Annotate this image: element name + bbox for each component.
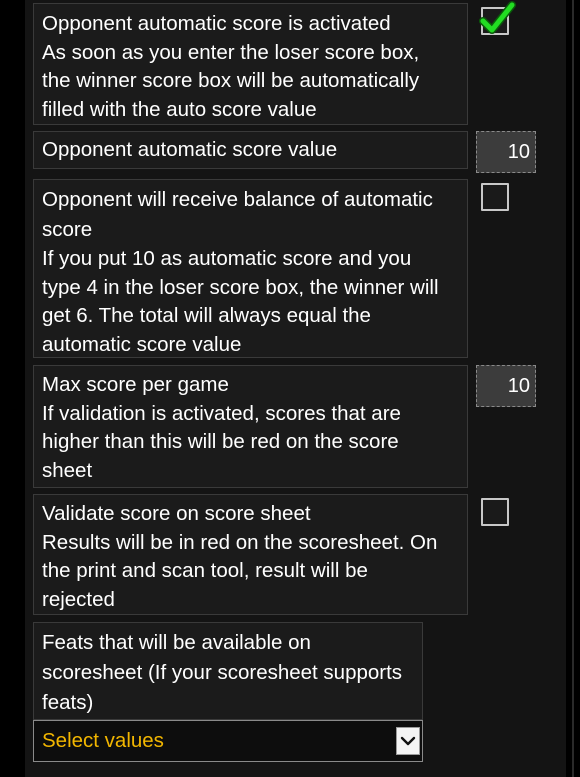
setting-description-line: type 4 in the loser score box, the winne… bbox=[42, 275, 439, 299]
setting-description-line: If you put 10 as automatic score and you bbox=[42, 247, 412, 270]
auto-score-activated-label: Opponent automatic score is activated As… bbox=[33, 3, 468, 125]
setting-description-line: Results will be in red on the scoresheet… bbox=[42, 530, 438, 554]
feats-select[interactable]: Select values bbox=[33, 720, 423, 762]
auto-score-value-label: Opponent automatic score value bbox=[33, 131, 468, 169]
balance-auto-score-label: Opponent will receive balance of automat… bbox=[33, 179, 468, 358]
setting-title-line: Opponent will receive balance of automat… bbox=[42, 188, 433, 211]
feats-label: Feats that will be available on scoreshe… bbox=[33, 622, 423, 720]
setting-title: Validate score on score sheet bbox=[42, 502, 311, 525]
setting-description-line: automatic score value bbox=[42, 332, 242, 356]
balance-auto-score-checkbox[interactable] bbox=[481, 183, 509, 211]
setting-description-line: higher than this will be red on the scor… bbox=[42, 430, 399, 453]
setting-title: Opponent automatic score value bbox=[42, 138, 338, 161]
setting-description-line: sheet bbox=[42, 458, 93, 482]
max-score-input[interactable]: 10 bbox=[476, 365, 536, 407]
setting-description-line: get 6. The total will always equal the bbox=[42, 304, 371, 327]
setting-title: Opponent automatic score is activated bbox=[42, 12, 391, 35]
setting-description-line: the print and scan tool, result will be bbox=[42, 559, 368, 582]
max-score-label: Max score per game If validation is acti… bbox=[33, 365, 468, 488]
setting-description-line: rejected bbox=[42, 587, 115, 611]
setting-title: Max score per game bbox=[42, 373, 229, 396]
setting-title-line: scoresheet (If your scoresheet supports bbox=[42, 661, 403, 684]
setting-title-line: Feats that will be available on bbox=[42, 631, 311, 654]
checkmark-icon bbox=[479, 1, 516, 34]
auto-score-value-input[interactable]: 10 bbox=[476, 131, 536, 173]
setting-description-line: As soon as you enter the loser score box… bbox=[42, 40, 420, 64]
setting-description-line: If validation is activated, scores that … bbox=[42, 401, 401, 425]
validate-score-label: Validate score on score sheet Results wi… bbox=[33, 494, 468, 615]
setting-title-line: feats) bbox=[42, 691, 94, 714]
setting-description-line: the winner score box will be automatical… bbox=[42, 69, 420, 92]
feats-select-placeholder: Select values bbox=[42, 729, 164, 752]
chevron-down-icon bbox=[400, 736, 416, 746]
validate-score-checkbox[interactable] bbox=[481, 498, 509, 526]
auto-score-activated-checkbox[interactable] bbox=[479, 1, 516, 35]
dropdown-button[interactable] bbox=[396, 727, 420, 755]
setting-title-line: score bbox=[42, 218, 93, 241]
setting-description-line: filled with the auto score value bbox=[42, 97, 317, 121]
scrollbar-track[interactable] bbox=[572, 0, 574, 777]
